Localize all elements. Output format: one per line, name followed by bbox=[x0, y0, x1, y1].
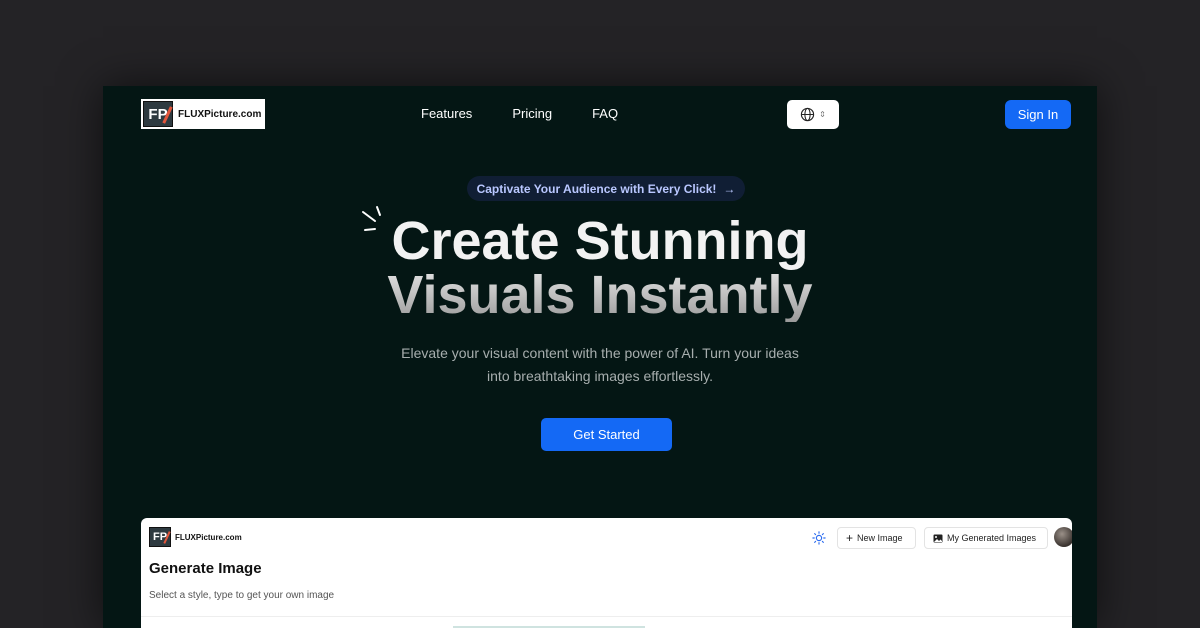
announcement-pill[interactable]: Captivate Your Audience with Every Click… bbox=[467, 176, 745, 201]
hero-subtitle: Elevate your visual content with the pow… bbox=[103, 342, 1097, 388]
get-started-button[interactable]: Get Started bbox=[541, 418, 672, 451]
preview-brand-logo-icon: FP bbox=[149, 527, 171, 547]
image-gallery-icon bbox=[933, 534, 943, 542]
hero-headline-line-2: Visuals Instantly bbox=[103, 268, 1097, 322]
my-generated-images-button[interactable]: My Generated Images bbox=[924, 527, 1048, 549]
plus-icon: + bbox=[846, 531, 854, 545]
sun-icon bbox=[812, 531, 826, 545]
hero-subtitle-line-1: Elevate your visual content with the pow… bbox=[401, 345, 799, 361]
landing-page-frame: FP FLUXPicture.com Features Pricing FAQ … bbox=[103, 86, 1097, 628]
new-image-button[interactable]: + New Image bbox=[837, 527, 916, 549]
generate-image-subtitle: Select a style, type to get your own ima… bbox=[149, 590, 335, 601]
new-image-label: New Image bbox=[857, 533, 903, 543]
sign-in-button[interactable]: Sign In bbox=[1005, 100, 1071, 129]
brand-logo[interactable]: FP FLUXPicture.com bbox=[141, 99, 265, 129]
announcement-text: Captivate Your Audience with Every Click… bbox=[476, 181, 717, 196]
my-generated-images-label: My Generated Images bbox=[947, 533, 1037, 543]
nav-item-features[interactable]: Features bbox=[421, 106, 472, 122]
brand-name: FLUXPicture.com bbox=[178, 108, 262, 120]
globe-icon bbox=[800, 107, 815, 122]
language-selector[interactable]: ⇕ bbox=[787, 100, 839, 129]
generate-image-title: Generate Image bbox=[149, 560, 262, 577]
user-avatar[interactable] bbox=[1054, 527, 1072, 547]
chevron-up-down-icon: ⇕ bbox=[819, 109, 826, 119]
main-nav: Features Pricing FAQ bbox=[421, 106, 618, 122]
nav-item-pricing[interactable]: Pricing bbox=[512, 106, 552, 122]
preview-divider bbox=[141, 616, 1072, 617]
brand-logo-icon: FP bbox=[143, 101, 173, 127]
hero-headline: Create Stunning Visuals Instantly bbox=[103, 214, 1097, 322]
arrow-right-icon: → bbox=[723, 181, 736, 196]
nav-item-faq[interactable]: FAQ bbox=[592, 106, 618, 122]
hero-headline-line-1: Create Stunning bbox=[391, 211, 809, 271]
hero-subtitle-line-2: into breathtaking images effortlessly. bbox=[487, 368, 713, 384]
preview-brand-name: FLUXPicture.com bbox=[175, 532, 242, 542]
app-preview-card: FP FLUXPicture.com + New Image My Genera… bbox=[141, 518, 1072, 628]
preview-brand-logo: FP FLUXPicture.com bbox=[149, 527, 242, 547]
